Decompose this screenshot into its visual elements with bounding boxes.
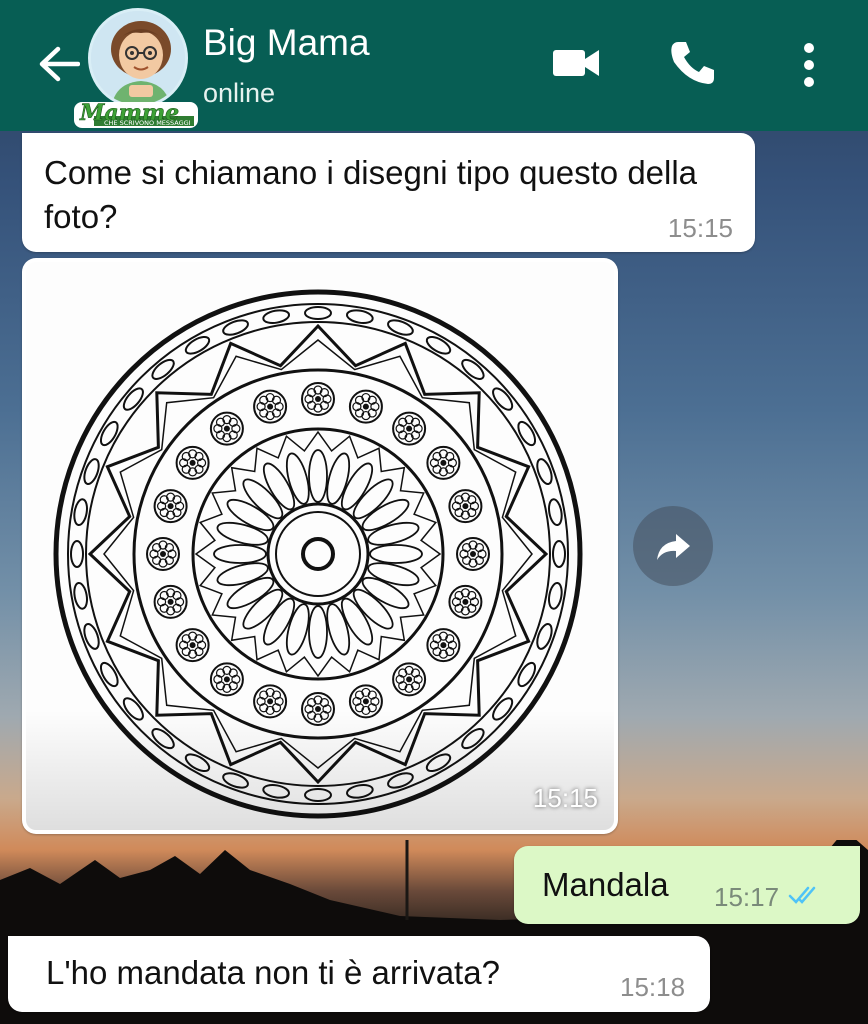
message-time: 15:15: [667, 213, 733, 243]
flower-center: [223, 425, 230, 432]
chain-link: [262, 309, 290, 324]
flower-center: [315, 396, 321, 402]
chain-link: [548, 582, 563, 610]
incoming-message-bubble[interactable]: L'ho mandata non ti è arrivata? 15:18: [8, 936, 710, 1012]
forward-button[interactable]: [633, 506, 713, 586]
incoming-message-bubble[interactable]: Come si chiamano i disegni tipo questo d…: [22, 133, 755, 252]
phone-icon[interactable]: [668, 38, 718, 88]
contact-avatar[interactable]: [88, 8, 188, 108]
mandala-center-dot: [301, 537, 335, 571]
chain-link: [517, 661, 537, 688]
mandala-petal: [352, 478, 394, 520]
mandala-zigzag: [194, 430, 442, 678]
contact-name[interactable]: Big Mama: [203, 22, 370, 64]
cartoon-mom-avatar-icon: [91, 11, 185, 105]
double-check-icon: [788, 886, 816, 904]
chain-link: [122, 387, 144, 411]
flower-center: [362, 403, 369, 410]
more-vertical-icon[interactable]: [798, 40, 820, 90]
flower-center: [267, 698, 274, 705]
chain-link: [461, 358, 485, 380]
mandala-petal: [242, 478, 284, 520]
mandala-ring: [191, 427, 445, 681]
mandala-petal: [308, 449, 328, 503]
flower-center: [160, 551, 166, 557]
chain-link: [425, 335, 452, 355]
mandala-petal: [213, 544, 267, 564]
mandala-ring: [132, 368, 504, 740]
contact-status: online: [203, 78, 276, 108]
flower-center: [406, 425, 413, 432]
chain-link: [517, 420, 537, 447]
svg-text:CHE SCRIVONO MESSAGGI: CHE SCRIVONO MESSAGGI: [104, 119, 191, 127]
mandala-petal: [369, 544, 423, 564]
chain-link: [548, 498, 563, 526]
flower-center: [440, 642, 447, 649]
chain-link: [151, 358, 175, 380]
chain-link: [492, 387, 514, 411]
chain-link: [346, 309, 374, 324]
flower-center: [223, 676, 230, 683]
incoming-image-message[interactable]: 15:15: [22, 258, 618, 834]
message-time: 15:15: [532, 783, 598, 813]
flower-center: [267, 403, 274, 410]
message-text: Mandala: [542, 866, 669, 903]
chain-link: [70, 540, 84, 568]
mandala-image[interactable]: [26, 262, 614, 830]
mamme-logo: Mamme CHE SCRIVONO MESSAGGI: [74, 100, 198, 128]
flower-center: [470, 551, 476, 557]
message-text: L'ho mandata non ti è arrivata?: [46, 954, 500, 991]
chain-link: [73, 582, 88, 610]
flower-center: [462, 503, 469, 510]
flower-center: [189, 459, 196, 466]
mandala-center-ring: [266, 502, 370, 606]
mandala-petal: [242, 588, 284, 630]
flower-center: [189, 642, 196, 649]
chain-link: [184, 335, 211, 355]
chain-link: [304, 306, 332, 320]
chain-link: [552, 540, 566, 568]
forward-icon: [657, 534, 690, 560]
flower-center: [406, 676, 413, 683]
chain-link: [73, 498, 88, 526]
flower-center: [167, 598, 174, 605]
chat-header: Mamme CHE SCRIVONO MESSAGGI Big Mama onl…: [0, 0, 868, 131]
arrow-left-icon[interactable]: [36, 44, 80, 84]
message-time: 15:18: [620, 972, 686, 1002]
flower-center: [462, 598, 469, 605]
mandala-center-ring: [275, 511, 361, 597]
chain-link: [99, 420, 119, 447]
chain-link: [99, 661, 119, 688]
mandala-petal: [308, 605, 328, 659]
flower-center: [167, 503, 174, 510]
image-shade: [26, 710, 614, 830]
message-time: 15:17: [714, 882, 780, 912]
flower-center: [440, 459, 447, 466]
video-camera-icon[interactable]: [552, 46, 600, 80]
flower-center: [362, 698, 369, 705]
outgoing-message-bubble[interactable]: Mandala 15:17: [514, 846, 860, 924]
message-text: Come si chiamano i disegni tipo questo d…: [44, 154, 698, 235]
mandala-petal: [352, 588, 394, 630]
